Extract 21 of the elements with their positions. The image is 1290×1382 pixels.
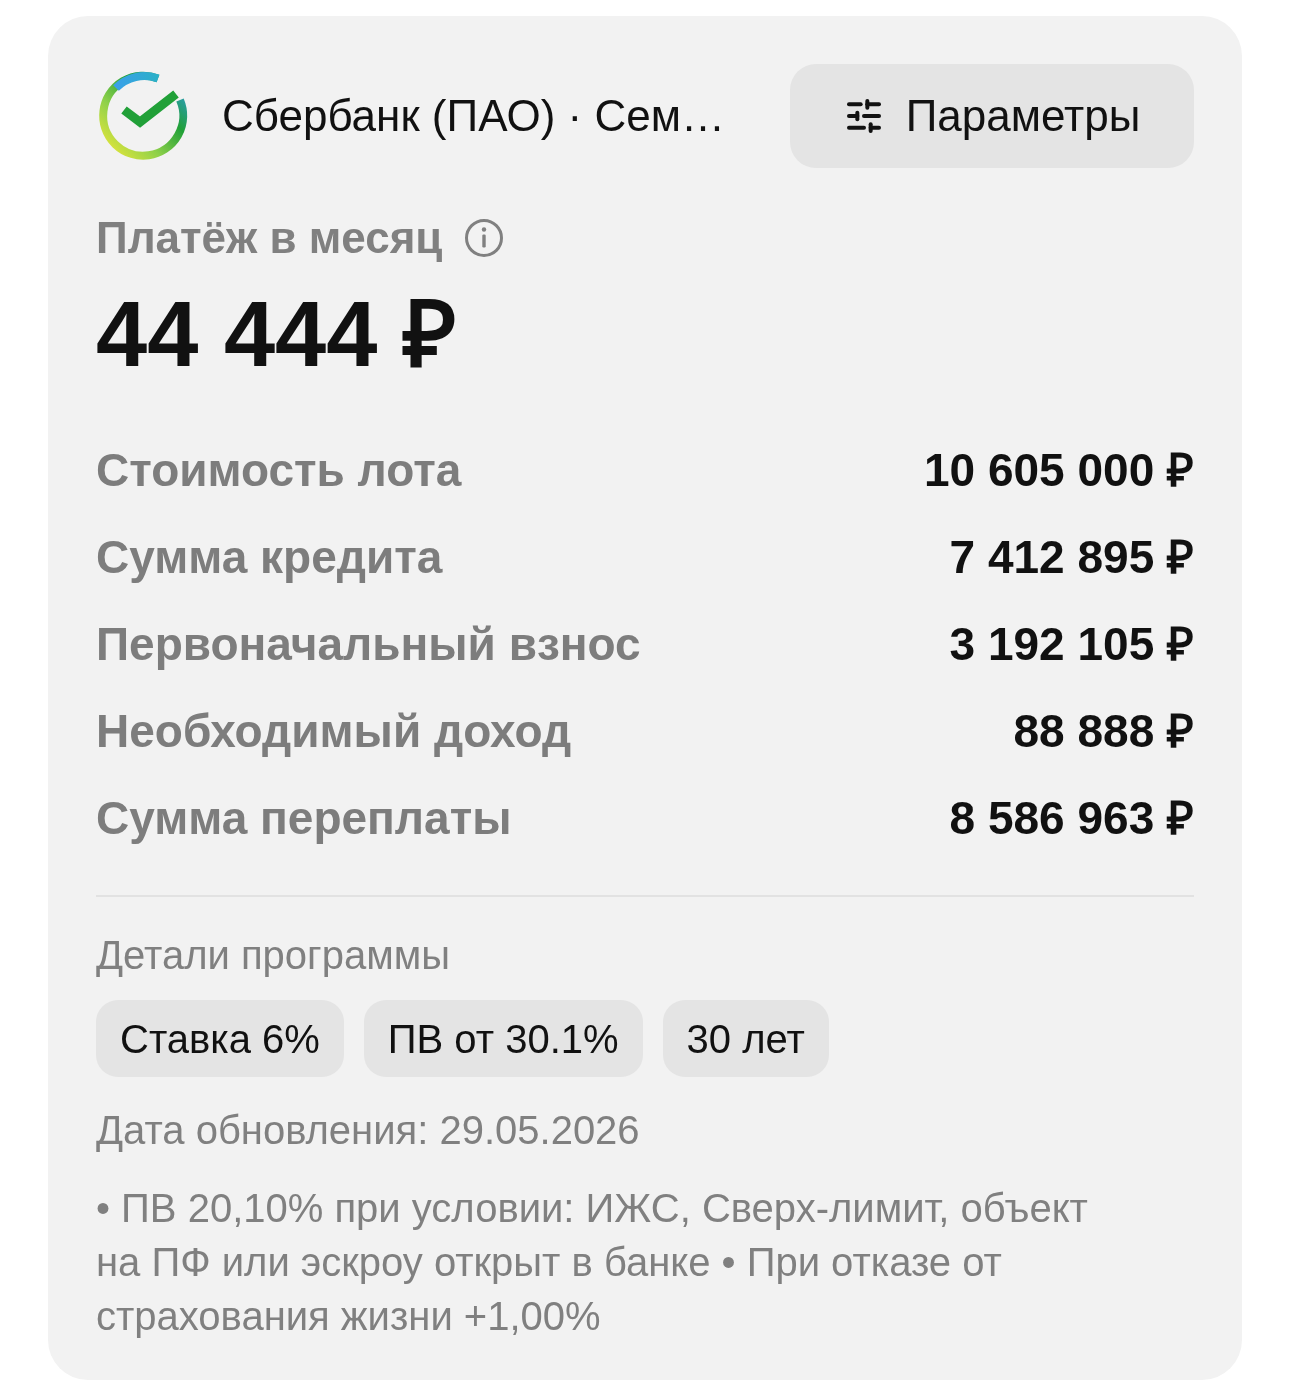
row-label: Необходимый доход xyxy=(96,703,572,758)
program-notes: • ПВ 20,10% при условии: ИЖС, Сверх-лимит, объект на ПФ или эскроу открыт в банке • При отказе от страхования жизни +1,00% xyxy=(96,1185,1089,1340)
bank-title: Сбербанк (ПАО) · Сем… xyxy=(222,90,725,142)
payment-label: Платёж в месяц xyxy=(96,212,443,264)
row-value: 88 888 ₽ xyxy=(1013,703,1194,758)
row-value: 3 192 105 ₽ xyxy=(949,616,1194,671)
row-label: Сумма кредита xyxy=(96,529,443,584)
row-label: Стоимость лота xyxy=(96,442,462,497)
row-label: Первоначальный взнос xyxy=(96,616,641,671)
update-date: Дата обновления: 29.05.2026 xyxy=(96,1107,640,1154)
program-chip: 30 лет xyxy=(662,1000,829,1077)
row-value: 7 412 895 ₽ xyxy=(949,529,1194,584)
row-value: 8 586 963 ₽ xyxy=(949,790,1194,845)
row-label: Сумма переплаты xyxy=(96,790,512,845)
program-chip: ПВ от 30.1% xyxy=(363,1000,643,1077)
info-icon[interactable] xyxy=(464,218,505,258)
program-chip: Ставка 6% xyxy=(96,1000,344,1077)
section-title: Детали программы xyxy=(96,932,450,979)
parameters-button[interactable]: Параметры xyxy=(790,64,1194,168)
payment-amount: 44 444 ₽ xyxy=(96,286,457,382)
row-value: 10 605 000 ₽ xyxy=(924,442,1194,497)
